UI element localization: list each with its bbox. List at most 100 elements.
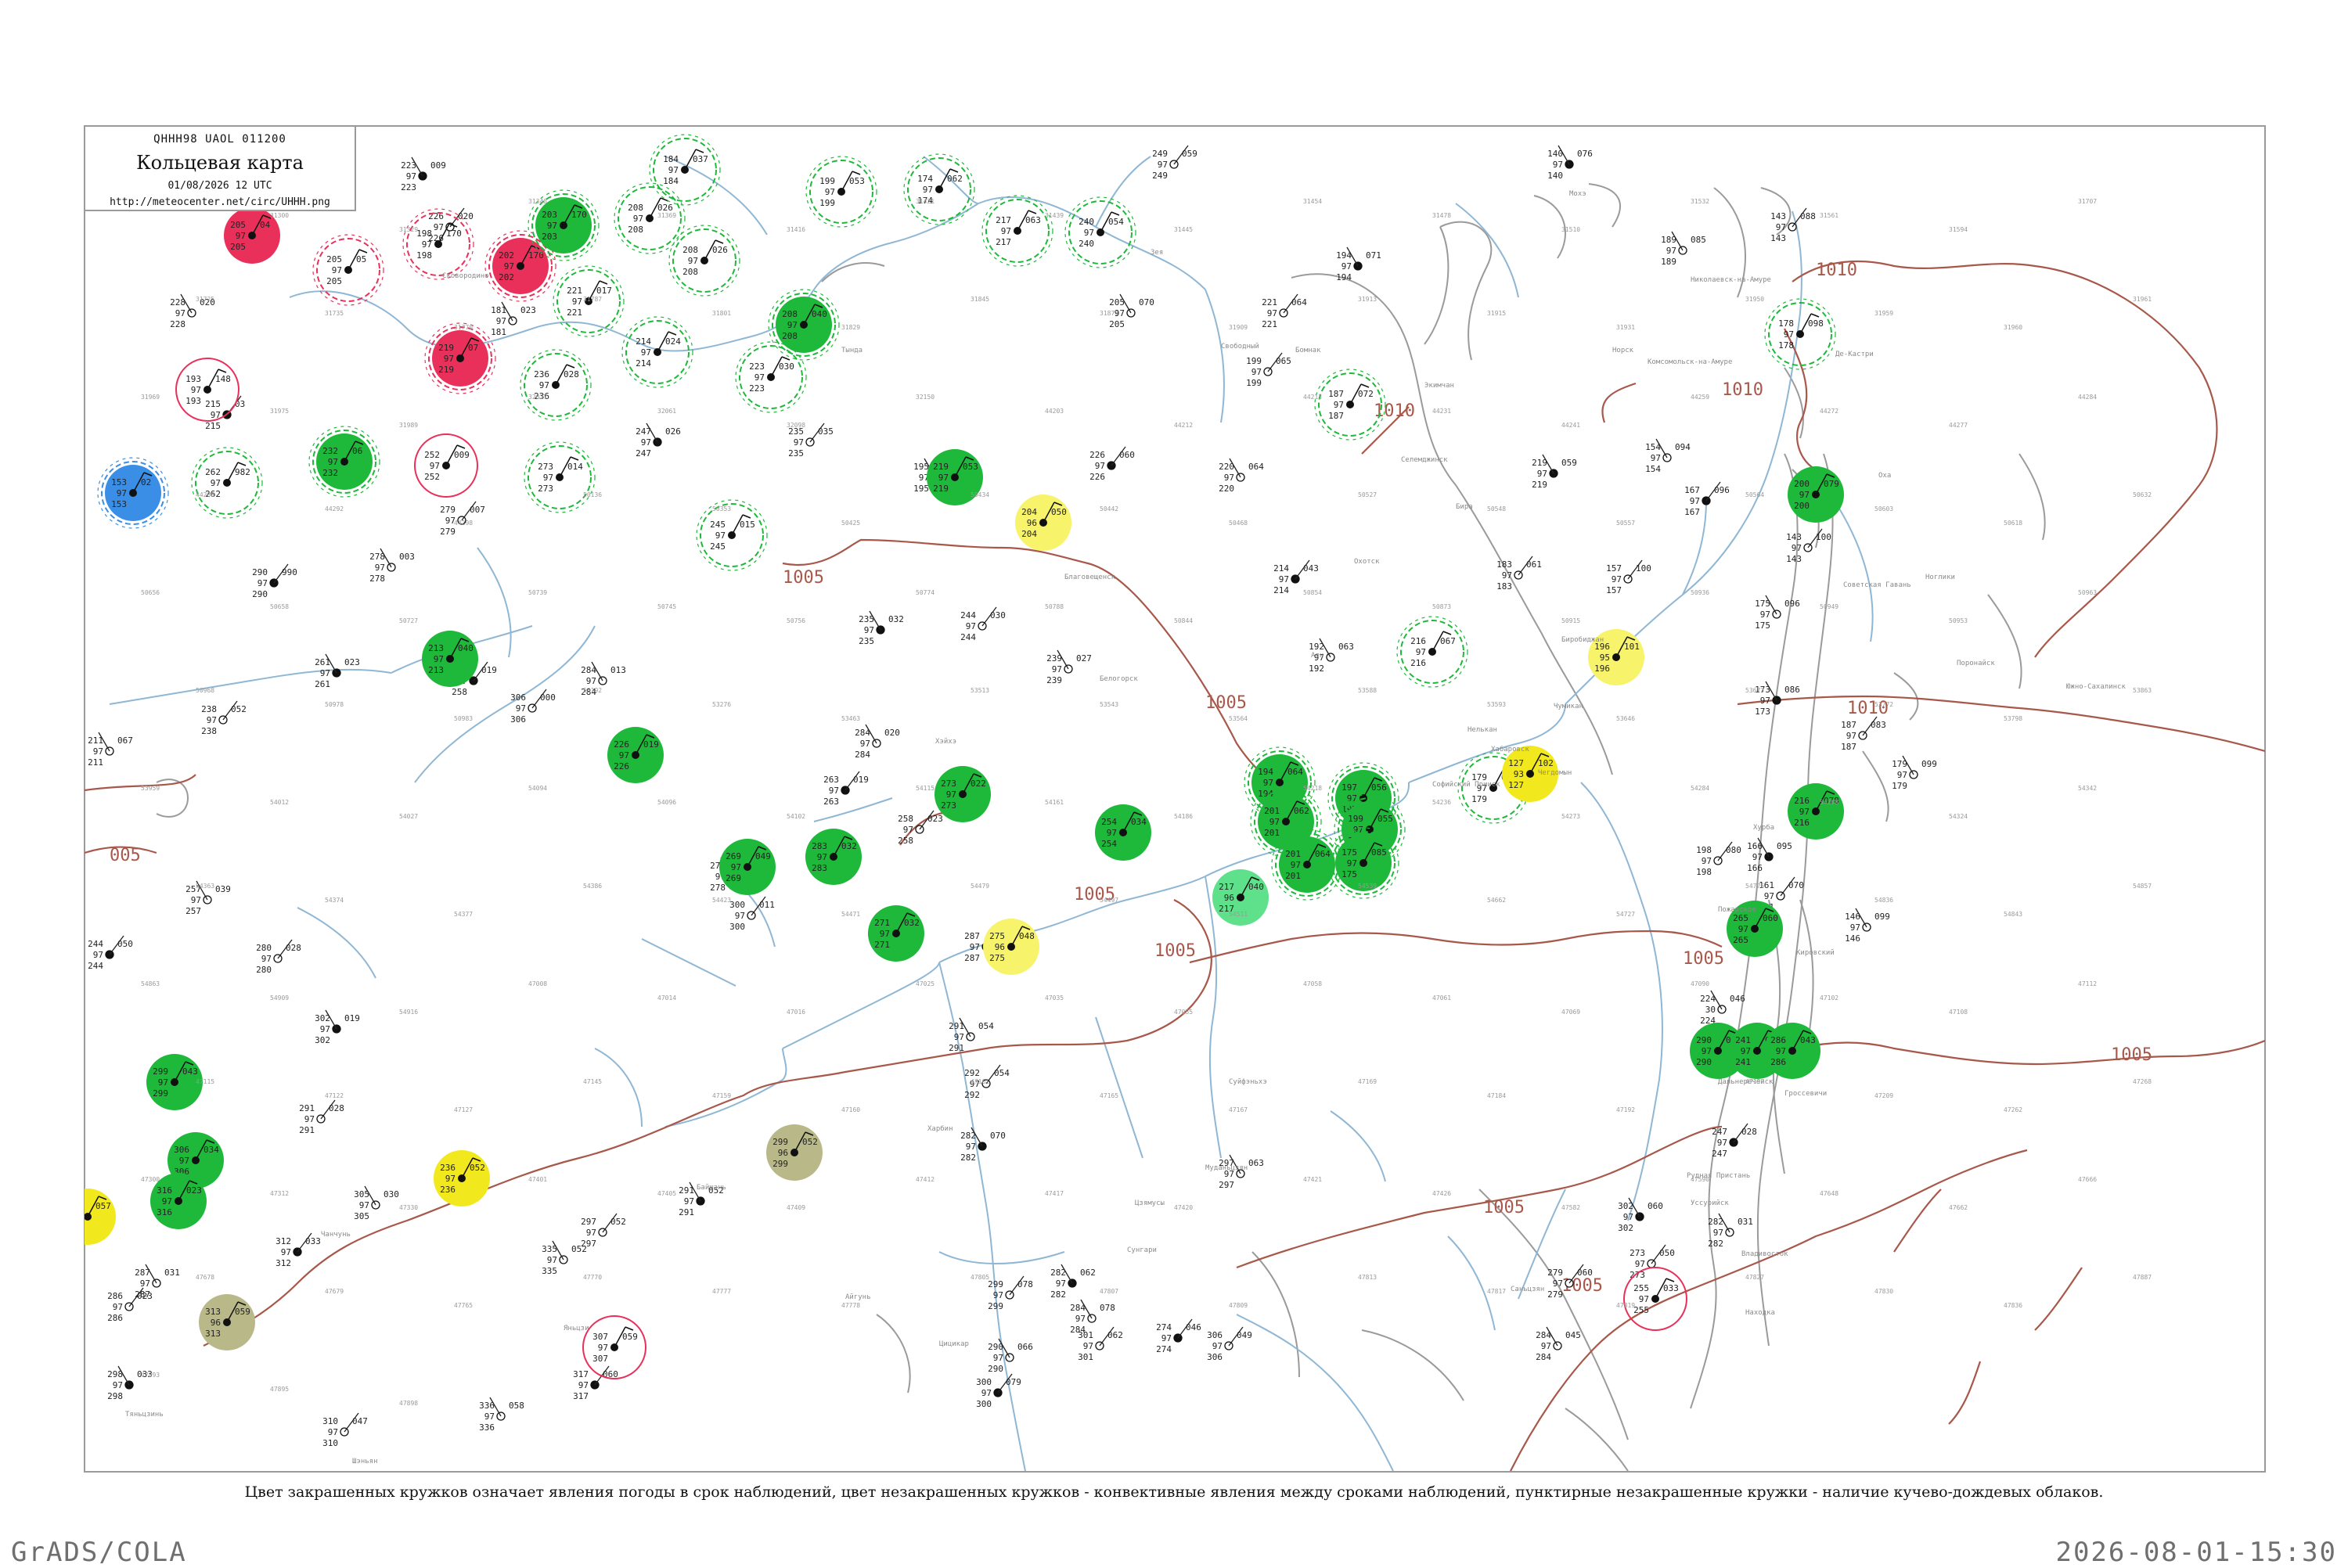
station-index: 50854 <box>1303 589 1322 596</box>
obs-value: 043 <box>1303 563 1319 574</box>
obs-value: 313 <box>205 1307 221 1317</box>
station-index: 47809 <box>1229 1302 1248 1309</box>
obs-value: 236 <box>440 1163 456 1173</box>
station-index: 50963 <box>2078 589 2097 596</box>
plain-observation: 19497 071 194 <box>1336 246 1381 282</box>
map-date: 01/08/2026 12 UTC <box>167 180 272 192</box>
station-index: 54916 <box>399 1009 418 1016</box>
station-marker: 21397 040 213 <box>422 631 478 687</box>
station-index: 54727 <box>1616 911 1635 918</box>
station-marker: 21697 067 216 <box>1396 616 1468 688</box>
obs-value: 170 <box>571 210 587 220</box>
station-index: 50745 <box>657 603 676 610</box>
plain-observation: 29097 066 290 <box>988 1338 1033 1374</box>
obs-value: 97 <box>1267 308 1277 318</box>
obs-value: 298 <box>107 1391 123 1401</box>
obs-value: 07 <box>468 343 478 353</box>
obs-value: 215 <box>205 421 221 431</box>
place-name: Шэньян <box>352 1458 378 1466</box>
obs-value: 032 <box>888 614 904 624</box>
place-name: Чанчунь <box>321 1231 351 1239</box>
obs-value: 93 <box>1514 769 1524 779</box>
obs-value: 062 <box>1107 1330 1123 1340</box>
station-marker: 22397 030 223 <box>735 341 807 413</box>
obs-value: 154 <box>1645 442 1661 452</box>
place-name: Байшань <box>697 1184 726 1192</box>
station-marker: 21497 024 214 <box>621 316 693 388</box>
obs-value: 254 <box>1101 817 1117 827</box>
place-name: Аян <box>1311 652 1323 660</box>
isobar-label: 005 <box>110 846 141 865</box>
obs-value: 96 <box>1027 518 1037 528</box>
isobar-label: 1010 <box>1816 261 1857 280</box>
station-index: 32027 <box>528 394 547 401</box>
station-marker: 26997 049 269 <box>719 839 776 895</box>
obs-value: 258 <box>898 814 913 824</box>
station-index: 50136 <box>583 491 602 498</box>
station-marker: 28697 043 286 <box>1764 1023 1820 1079</box>
obs-value: 317 <box>573 1369 589 1379</box>
obs-value: 148 <box>215 374 231 384</box>
obs-value: 014 <box>567 462 583 472</box>
plain-observation: 21997 059 219 <box>1532 454 1577 490</box>
station-index: 53863 <box>2133 687 2152 694</box>
obs-value: 193 <box>185 374 201 384</box>
station-index: 54539 <box>1358 883 1377 890</box>
station-index: 54324 <box>1949 813 1968 820</box>
obs-value: 982 <box>235 467 250 477</box>
place-name: Свободный <box>1221 342 1259 351</box>
obs-value: 97 <box>1052 664 1062 674</box>
station-index: 50658 <box>270 603 289 610</box>
station-index: 50936 <box>1691 589 1709 596</box>
obs-value: 064 <box>1315 849 1331 859</box>
plain-observation: 27897 003 278 <box>369 548 415 584</box>
obs-value: 97 <box>633 214 643 224</box>
obs-value: 97 <box>1541 1341 1551 1351</box>
obs-value: 067 <box>117 735 133 746</box>
obs-value: 236 <box>534 369 549 379</box>
obs-value: 083 <box>1871 720 1886 730</box>
obs-value: 143 <box>1786 532 1802 542</box>
place-name: Харбин <box>927 1124 953 1133</box>
obs-value: 290 <box>1696 1035 1712 1045</box>
plain-observation: 19897 080 198 <box>1696 841 1741 877</box>
obs-value: 284 <box>1536 1330 1551 1340</box>
station-index: 54027 <box>399 813 418 820</box>
station-index: 47770 <box>583 1274 602 1281</box>
plain-observation: 14397 100 143 <box>1786 528 1831 564</box>
obs-value: 040 <box>458 643 474 653</box>
station-index: 50425 <box>841 520 860 527</box>
station-index: 31787 <box>583 296 602 303</box>
obs-value: 97 <box>1799 807 1810 817</box>
station-index: 47197 <box>1745 1078 1764 1085</box>
obs-value: 050 <box>117 939 133 949</box>
obs-value: 247 <box>636 448 651 459</box>
obs-value: 97 <box>375 563 385 573</box>
obs-value: 019 <box>643 739 659 750</box>
plain-observation: 14697 099 146 <box>1845 908 1890 944</box>
obs-value: 226 <box>614 739 629 750</box>
plain-observation: 28497 020 284 <box>855 724 900 760</box>
station-index: 47421 <box>1303 1176 1322 1183</box>
obs-value: 217 <box>996 237 1011 247</box>
obs-value: 173 <box>1755 707 1770 717</box>
station-index: 54308 <box>1820 799 1838 806</box>
station-index: 47312 <box>270 1190 289 1197</box>
station-marker: 20897 026 208 <box>668 225 740 297</box>
obs-value: 97 <box>641 347 651 358</box>
obs-value: 96 <box>995 942 1005 952</box>
plain-observation: 28497 045 284 <box>1536 1326 1581 1362</box>
obs-value: 037 <box>693 154 708 164</box>
plain-observation: 22697 060 226 <box>1089 446 1135 482</box>
station-index: 54857 <box>2133 883 2152 890</box>
place-name: Комсомольск-на-Амуре <box>1648 358 1732 366</box>
station-index: 31510 <box>1561 226 1580 233</box>
obs-value: 055 <box>1377 814 1393 824</box>
obs-value: 302 <box>1618 1223 1633 1233</box>
station-index: 47666 <box>2078 1176 2097 1183</box>
obs-value: 97 <box>328 1427 338 1437</box>
obs-value: 273 <box>538 484 553 494</box>
obs-value: 97 <box>1212 1341 1223 1351</box>
obs-value: 97 <box>484 1412 495 1422</box>
obs-value: 97 <box>1084 228 1094 238</box>
